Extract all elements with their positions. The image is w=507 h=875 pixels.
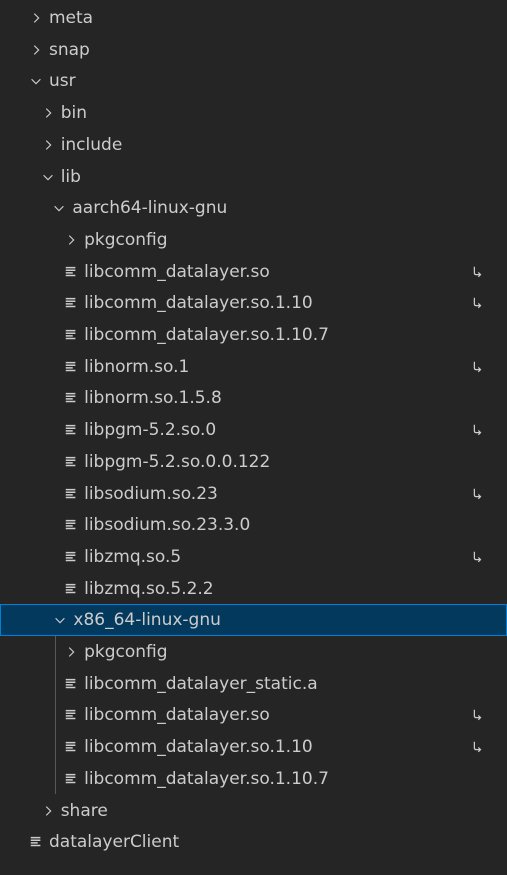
tree-item-label: libnorm.so.1.5.8 — [84, 388, 222, 409]
tree-item-label: libcomm_datalayer.so — [84, 261, 270, 282]
tree-item-label: libcomm_datalayer.so.1.10.7 — [84, 768, 329, 789]
file-lines-icon — [61, 262, 81, 282]
tree-item-label: include — [60, 134, 123, 155]
tree-file-row[interactable]: libcomm_datalayer.so.1.10.7 — [0, 319, 507, 351]
tree-file-row[interactable]: libpgm-5.2.so.0 — [0, 414, 507, 446]
tree-folder-row[interactable]: snap — [0, 34, 507, 66]
chevron-down-icon[interactable] — [38, 167, 58, 187]
chevron-right-icon[interactable] — [26, 8, 46, 28]
tree-file-row[interactable]: libsodium.so.23.3.0 — [0, 509, 507, 541]
tree-file-row[interactable]: libzmq.so.5.2.2 — [0, 573, 507, 605]
file-lines-icon — [61, 325, 81, 345]
chevron-down-icon[interactable] — [26, 71, 46, 91]
tree-item-label: libnorm.so.1 — [84, 356, 190, 377]
file-lines-icon — [61, 293, 81, 313]
file-lines-icon — [61, 769, 81, 789]
tree-item-label: x86_64-linux-gnu — [73, 610, 221, 631]
chevron-right-icon[interactable] — [38, 135, 58, 155]
tree-item-label: pkgconfig — [84, 229, 168, 250]
tree-file-row[interactable]: libnorm.so.1.5.8 — [0, 382, 507, 414]
tree-folder-row[interactable]: lib — [0, 161, 507, 193]
file-lines-icon — [61, 674, 81, 694]
tree-item-label: libzmq.so.5 — [84, 546, 182, 567]
tree-item-label: lib — [60, 166, 81, 187]
file-lines-icon — [61, 515, 81, 535]
file-lines-icon — [61, 388, 81, 408]
tree-item-label: libzmq.so.5.2.2 — [84, 578, 214, 599]
tree-item-label: libsodium.so.23.3.0 — [84, 515, 251, 536]
tree-file-row[interactable]: libcomm_datalayer_static.a — [0, 668, 507, 700]
tree-folder-row[interactable]: bin — [0, 97, 507, 129]
tree-item-label: libcomm_datalayer.so.1.10 — [84, 293, 313, 314]
tree-file-row[interactable]: libcomm_datalayer.so.1.10 — [0, 731, 507, 763]
chevron-right-icon[interactable] — [61, 642, 81, 662]
tree-item-label: snap — [49, 39, 90, 60]
chevron-right-icon[interactable] — [61, 230, 81, 250]
tree-item-label: libcomm_datalayer_static.a — [84, 673, 318, 694]
file-lines-icon — [26, 832, 46, 852]
tree-item-label: aarch64-linux-gnu — [72, 198, 228, 219]
symlink-arrow-icon — [469, 549, 485, 565]
tree-folder-row[interactable]: pkgconfig — [0, 636, 507, 668]
file-lines-icon — [61, 357, 81, 377]
chevron-down-icon[interactable] — [50, 610, 70, 630]
file-lines-icon — [61, 484, 81, 504]
tree-file-row[interactable]: libcomm_datalayer.so.1.10.7 — [0, 763, 507, 795]
file-explorer-tree: meta snap usr bin include lib aarch64-linux-gn… — [0, 0, 507, 875]
chevron-right-icon[interactable] — [38, 801, 58, 821]
symlink-arrow-icon — [469, 486, 485, 502]
tree-item-label: libpgm-5.2.so.0 — [84, 420, 217, 441]
tree-item-label: meta — [49, 8, 94, 28]
tree-item-label: libcomm_datalayer.so — [84, 705, 270, 726]
tree-item-label: libsodium.so.23 — [84, 483, 218, 504]
tree-item-label: pkgconfig — [84, 642, 168, 662]
tree-item-label: bin — [60, 103, 87, 124]
tree-file-row[interactable]: libnorm.so.1 — [0, 351, 507, 383]
chevron-down-icon[interactable] — [49, 198, 69, 218]
tree-file-row[interactable]: libzmq.so.5 — [0, 541, 507, 573]
tree-file-row[interactable]: libcomm_datalayer.so — [0, 699, 507, 731]
file-lines-icon — [61, 547, 81, 567]
file-lines-icon — [61, 420, 81, 440]
tree-file-row[interactable]: libpgm-5.2.so.0.0.122 — [0, 446, 507, 478]
symlink-arrow-icon — [469, 707, 485, 723]
tree-folder-row[interactable]: meta — [0, 2, 507, 34]
tree-file-row[interactable]: datalayerClient — [0, 826, 507, 858]
tree-item-label: libcomm_datalayer.so.1.10.7 — [84, 325, 329, 345]
tree-file-row[interactable]: libcomm_datalayer.so — [0, 256, 507, 288]
tree-folder-row[interactable]: x86_64-linux-gnu — [0, 604, 507, 637]
symlink-arrow-icon — [469, 422, 485, 438]
symlink-arrow-icon — [469, 295, 485, 311]
tree-file-row[interactable]: libsodium.so.23 — [0, 478, 507, 510]
file-lines-icon — [61, 705, 81, 725]
chevron-right-icon[interactable] — [38, 103, 58, 123]
tree-item-label: datalayerClient — [49, 832, 180, 853]
file-lines-icon — [61, 452, 81, 472]
tree-folder-row[interactable]: usr — [0, 65, 507, 97]
tree-item-label: libcomm_datalayer.so.1.10 — [84, 737, 313, 758]
symlink-arrow-icon — [469, 359, 485, 375]
symlink-arrow-icon — [469, 739, 485, 755]
tree-folder-row[interactable]: aarch64-linux-gnu — [0, 192, 507, 224]
tree-folder-row[interactable]: include — [0, 129, 507, 161]
tree-item-label: share — [60, 800, 108, 821]
tree-file-row[interactable]: libcomm_datalayer.so.1.10 — [0, 287, 507, 319]
tree-folder-row[interactable]: pkgconfig — [0, 224, 507, 256]
symlink-arrow-icon — [469, 264, 485, 280]
tree-item-label: usr — [49, 71, 76, 92]
tree-item-label: libpgm-5.2.so.0.0.122 — [84, 451, 271, 472]
chevron-right-icon[interactable] — [26, 40, 46, 60]
tree-folder-row[interactable]: share — [0, 795, 507, 827]
file-lines-icon — [61, 737, 81, 757]
file-lines-icon — [61, 579, 81, 599]
